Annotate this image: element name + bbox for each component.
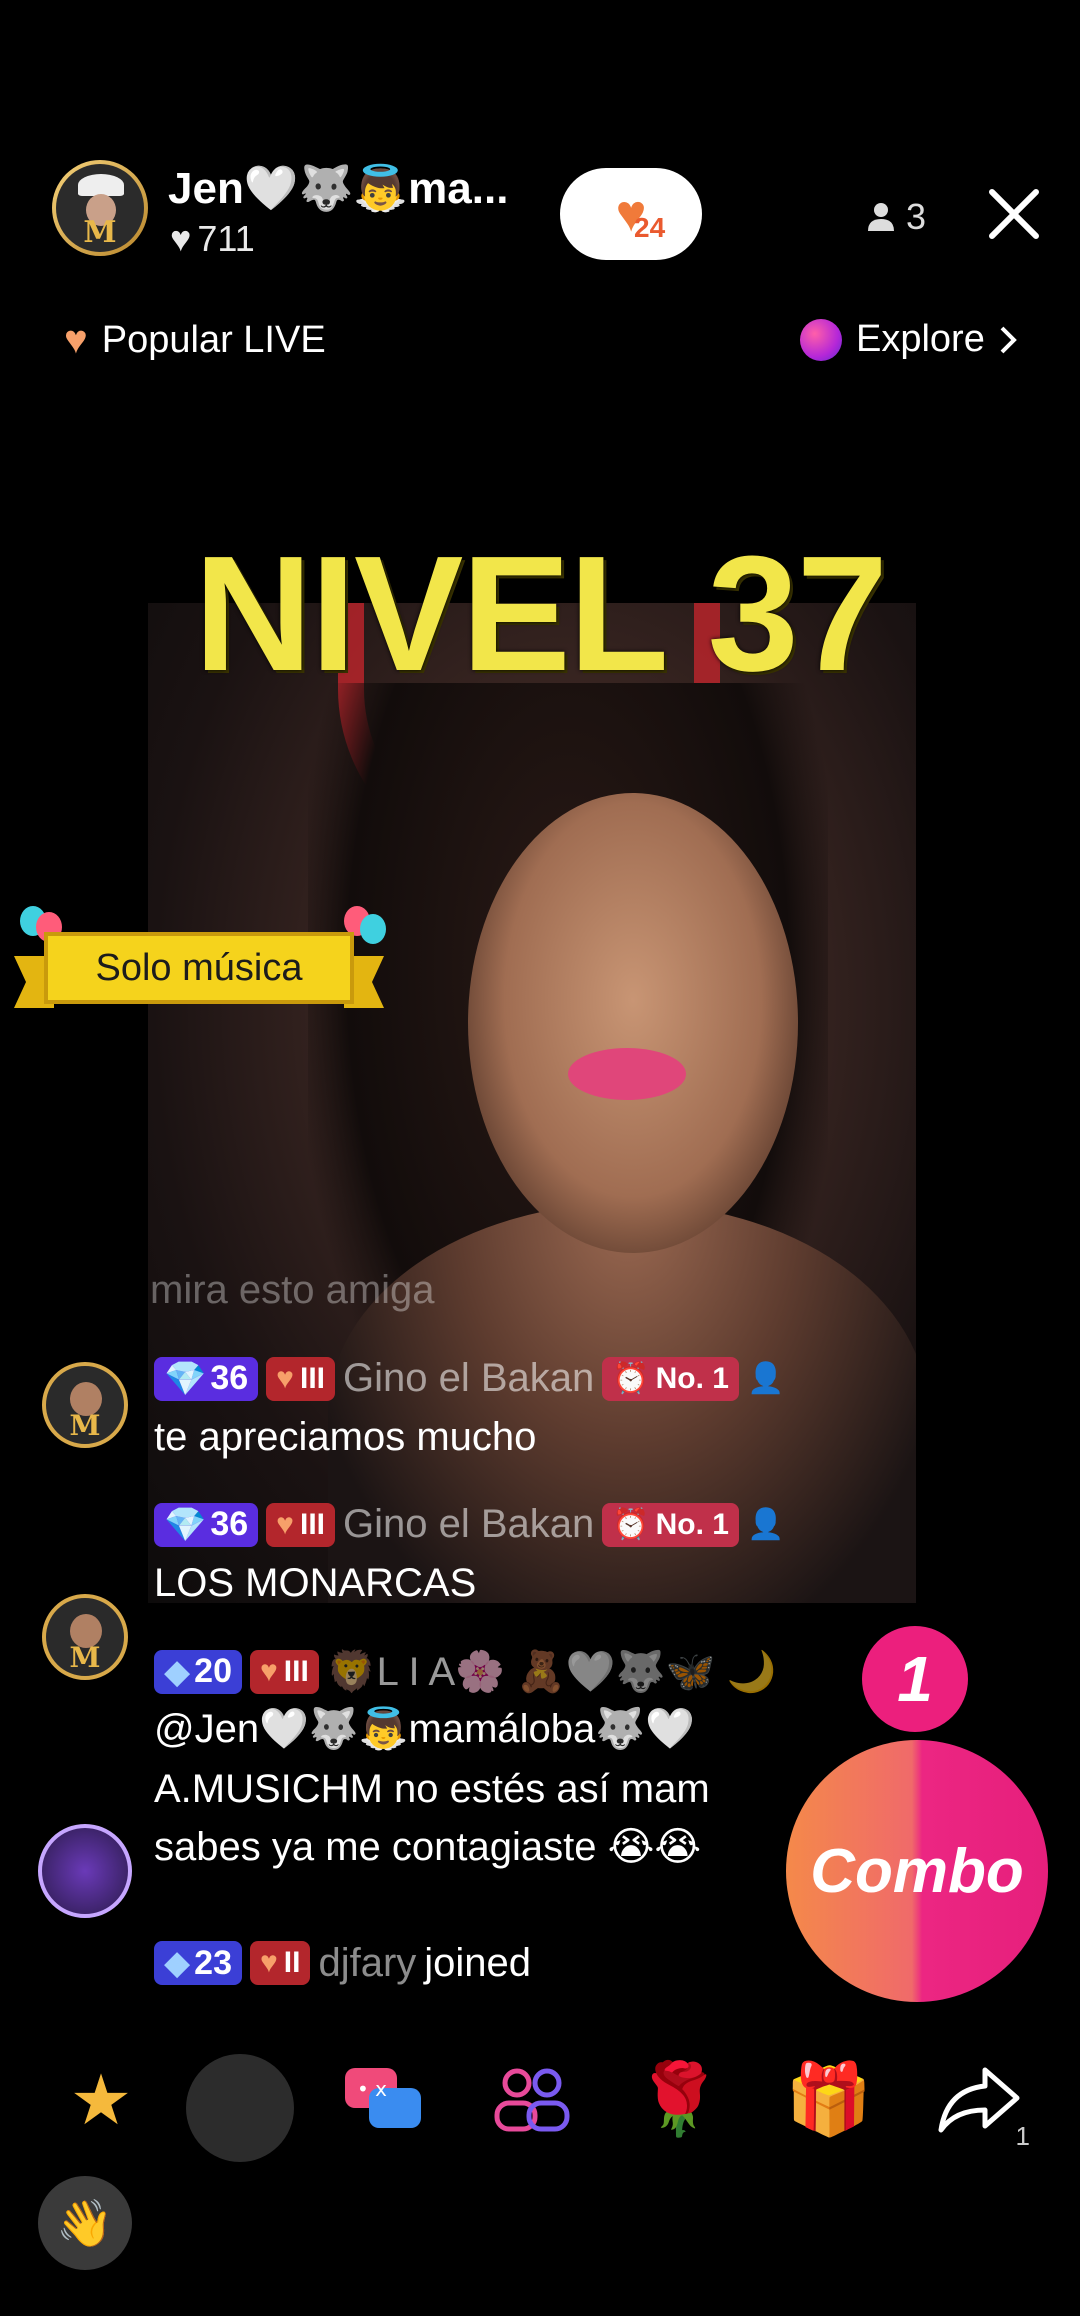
host-avatar[interactable]: M [52, 160, 148, 256]
fan-level: III [299, 1507, 325, 1541]
person-icon: 👤 [747, 1362, 785, 1395]
explore-orb-icon [800, 318, 842, 361]
svg-text:• x: • x [357, 2077, 387, 2101]
comment-input-button[interactable] [186, 2054, 294, 2162]
gift-icon: 🎁 [785, 2060, 873, 2138]
heart-icon: ♥ [259, 1654, 278, 1688]
fan-level: III [299, 1361, 325, 1395]
fan-badge[interactable]: ♥ III [266, 1502, 335, 1547]
heart-icon: ♥ [276, 1361, 294, 1395]
host-name[interactable]: Jen🤍🐺👼ma... [168, 162, 508, 214]
chat-avatar[interactable] [38, 1824, 132, 1918]
chat-text-line: A.MUSICHM no estés así mam [154, 1767, 710, 1811]
likes-count: ♥ 711 [170, 218, 255, 260]
rose-gift-button[interactable]: 🌹 [624, 2040, 734, 2160]
share-icon [938, 2067, 1020, 2133]
gem-icon: ◆ [164, 1652, 191, 1691]
chat-avatar[interactable]: M [42, 1362, 128, 1448]
faded-chat-message: mira esto amiga [150, 1268, 435, 1312]
person-icon [868, 203, 894, 231]
share-count: 1 [1015, 2121, 1030, 2151]
rank-badge: ⏰ No. 1 [602, 1356, 739, 1401]
wave-icon: 👋 [56, 2196, 114, 2249]
overlay-title: NIVEL 37 [194, 522, 888, 705]
fan-badge[interactable]: ♥ III [266, 1356, 335, 1401]
heart-icon: ♥ [64, 318, 88, 362]
level-badge[interactable]: ◆ 20 [154, 1649, 242, 1694]
combo-count: 1 [862, 1626, 968, 1732]
chat-badges: 💎 36 ♥ III Gino el Bakan ⏰ No. 1 👤 [154, 1502, 784, 1547]
join-username[interactable]: djfary [318, 1941, 416, 1986]
clock-icon: ⏰ [612, 1362, 650, 1395]
bottom-bar: ★ • x 🌹 🎁 1 [0, 2040, 1080, 2180]
chat-badges: ◆ 20 ♥ III 🦁L I A🌸 🧸🤍🐺🦋 🌙 [154, 1648, 776, 1695]
explore-link[interactable]: Explore [800, 318, 1017, 361]
fan-badge[interactable]: ♥ III [249, 1649, 319, 1694]
person-icon: 👤 [747, 1508, 785, 1541]
chat-username[interactable]: Gino el Bakan [343, 1356, 594, 1401]
join-row: ◆ 23 ♥ II djfary joined [154, 1934, 531, 1992]
viewer-count[interactable]: 3 [866, 196, 926, 238]
chat-button[interactable]: • x [328, 2040, 438, 2160]
star-button[interactable]: ★ [46, 2040, 156, 2160]
join-action: joined [424, 1941, 532, 1985]
rank-value: No. 1 [655, 1361, 729, 1395]
star-icon: ★ [69, 2061, 133, 2139]
heart-icon: ♥ [259, 1946, 278, 1979]
fan-level: III [283, 1654, 309, 1688]
follow-button[interactable]: ♥ 24 [560, 168, 702, 260]
gem-icon: 💎 [164, 1505, 207, 1544]
viewer-count-value: 3 [906, 196, 927, 237]
gem-icon: ◆ [164, 1944, 191, 1982]
chat-badges: 💎 36 ♥ III Gino el Bakan ⏰ No. 1 👤 [154, 1356, 784, 1401]
chevron-right-icon [1000, 326, 1017, 353]
rank-badge: ⏰ No. 1 [602, 1502, 739, 1547]
chat-text-line: sabes ya me contagiaste 😭😭 [154, 1825, 702, 1869]
chat-username[interactable]: Gino el Bakan [343, 1502, 594, 1547]
clock-icon: ⏰ [612, 1508, 650, 1541]
chat-text: te apreciamos mucho [154, 1415, 537, 1459]
heart-icon: ♥ [276, 1507, 294, 1541]
gem-icon: 💎 [164, 1359, 207, 1398]
level-value: 23 [194, 1943, 232, 1982]
chat-username[interactable]: 🦁L I A🌸 🧸🤍🐺🦋 🌙 [327, 1648, 776, 1695]
level-value: 36 [210, 1505, 249, 1543]
rank-value: No. 1 [655, 1507, 729, 1541]
follow-count: 24 [634, 212, 666, 243]
level-value: 20 [194, 1652, 232, 1690]
close-icon [989, 189, 1039, 239]
chat-avatar[interactable]: M [42, 1594, 128, 1680]
chat-icon: • x [345, 2068, 421, 2128]
people-icon [494, 2068, 570, 2132]
solo-musica-banner: Solo música [14, 906, 386, 1020]
explore-label: Explore [856, 318, 985, 360]
guests-button[interactable] [476, 2040, 586, 2160]
level-badge[interactable]: ◆ 23 [154, 1941, 242, 1985]
popular-live-link[interactable]: ♥ Popular LIVE [64, 318, 326, 363]
level-value: 36 [210, 1359, 249, 1397]
level-badge[interactable]: 💎 36 [154, 1502, 259, 1547]
level-badge[interactable]: 💎 36 [154, 1356, 259, 1401]
combo-button[interactable]: Combo [786, 1740, 1048, 2002]
wave-button[interactable]: 👋 [38, 2176, 132, 2270]
chat-text: LOS MONARCAS [154, 1561, 477, 1605]
fan-level: II [283, 1946, 301, 1979]
share-button[interactable]: 1 [924, 2040, 1034, 2160]
chat-text-line: @Jen🤍🐺👼mamáloba🐺🤍 [154, 1707, 695, 1751]
close-button[interactable] [986, 186, 1042, 242]
banner-label: Solo música [44, 932, 354, 1004]
popular-live-label: Popular LIVE [101, 319, 326, 361]
rose-icon: 🌹 [635, 2060, 723, 2138]
gift-button[interactable]: 🎁 [774, 2040, 884, 2160]
likes-value: 711 [197, 218, 255, 259]
fan-badge[interactable]: ♥ II [249, 1941, 311, 1985]
heart-icon: ♥ [170, 218, 192, 259]
